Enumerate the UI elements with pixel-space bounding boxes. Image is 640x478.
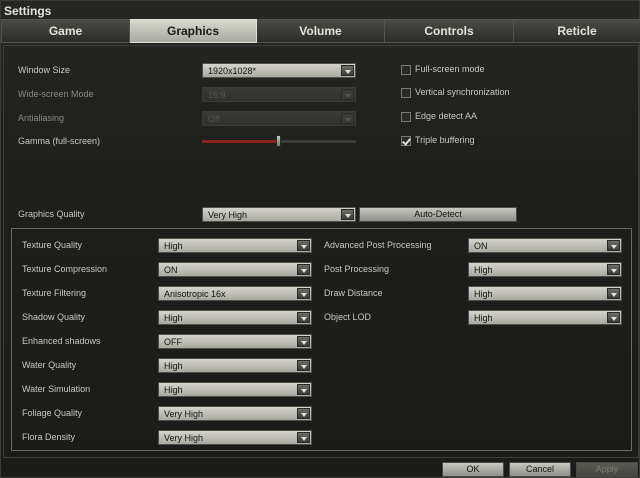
setting-label: Object LOD bbox=[324, 312, 372, 322]
graphics-quality-dropdown[interactable]: Very High bbox=[202, 207, 356, 222]
setting-value: Very High bbox=[164, 409, 204, 419]
setting-value: High bbox=[164, 241, 183, 251]
setting-value: High bbox=[474, 289, 493, 299]
setting-label: Shadow Quality bbox=[22, 312, 86, 322]
apply-button: Apply bbox=[576, 462, 638, 477]
setting-value: ON bbox=[164, 265, 178, 275]
setting-value: High bbox=[474, 313, 493, 323]
tab-reticle[interactable]: Reticle bbox=[514, 19, 640, 43]
setting-dropdown[interactable]: Very High bbox=[158, 406, 312, 421]
chevron-down-icon bbox=[297, 408, 310, 419]
setting-label: Flora Density bbox=[22, 432, 76, 442]
chevron-down-icon bbox=[341, 209, 354, 220]
vsync-label: Vertical synchronization bbox=[415, 87, 510, 97]
setting-dropdown[interactable]: High bbox=[468, 286, 622, 301]
setting-dropdown[interactable]: High bbox=[158, 238, 312, 253]
antialiasing-dropdown: Off bbox=[202, 111, 356, 126]
setting-label: Water Simulation bbox=[22, 384, 91, 394]
chevron-down-icon bbox=[297, 336, 310, 347]
chevron-down-icon bbox=[341, 89, 354, 100]
chevron-down-icon bbox=[297, 288, 310, 299]
antialiasing-label: Antialiasing bbox=[18, 113, 65, 123]
window-size-dropdown[interactable]: 1920x1028* bbox=[202, 63, 356, 78]
wide-screen-dropdown: 16:9 bbox=[202, 87, 356, 102]
setting-label: Texture Quality bbox=[22, 240, 83, 250]
chevron-down-icon bbox=[607, 264, 620, 275]
gamma-slider-fill bbox=[202, 140, 279, 143]
edge-aa-label: Edge detect AA bbox=[415, 111, 478, 121]
setting-dropdown[interactable]: ON bbox=[468, 238, 622, 253]
setting-dropdown[interactable]: High bbox=[158, 358, 312, 373]
setting-label: Advanced Post Processing bbox=[324, 240, 432, 250]
setting-value: High bbox=[474, 265, 493, 275]
setting-value: High bbox=[164, 385, 183, 395]
setting-label: Enhanced shadows bbox=[22, 336, 101, 346]
setting-dropdown[interactable]: High bbox=[468, 310, 622, 325]
setting-label: Post Processing bbox=[324, 264, 390, 274]
triple-buffering-label: Triple buffering bbox=[415, 135, 475, 145]
tab-graphics[interactable]: Graphics bbox=[130, 19, 257, 43]
setting-label: Water Quality bbox=[22, 360, 77, 370]
antialiasing-value: Off bbox=[208, 114, 220, 124]
vsync-checkbox[interactable] bbox=[401, 88, 411, 98]
chevron-down-icon bbox=[297, 240, 310, 251]
setting-value: OFF bbox=[164, 337, 182, 347]
setting-value: Anisotropic 16x bbox=[164, 289, 226, 299]
graphics-quality-value: Very High bbox=[208, 210, 248, 220]
chevron-down-icon bbox=[297, 384, 310, 395]
wide-screen-label: Wide-screen Mode bbox=[18, 89, 94, 99]
window-title: Settings bbox=[4, 4, 52, 18]
chevron-down-icon bbox=[297, 360, 310, 371]
setting-dropdown[interactable]: High bbox=[158, 310, 312, 325]
setting-label: Texture Filtering bbox=[22, 288, 87, 298]
wide-screen-value: 16:9 bbox=[208, 90, 226, 100]
chevron-down-icon bbox=[607, 288, 620, 299]
chevron-down-icon bbox=[607, 312, 620, 323]
gamma-label: Gamma (full-screen) bbox=[18, 136, 101, 146]
setting-label: Foliage Quality bbox=[22, 408, 83, 418]
fullscreen-checkbox[interactable] bbox=[401, 65, 411, 75]
setting-dropdown[interactable]: Very High bbox=[158, 430, 312, 445]
window-size-value: 1920x1028* bbox=[208, 66, 257, 76]
fullscreen-label: Full-screen mode bbox=[415, 64, 485, 74]
chevron-down-icon bbox=[297, 432, 310, 443]
chevron-down-icon bbox=[297, 264, 310, 275]
cancel-button[interactable]: Cancel bbox=[509, 462, 571, 477]
ok-button[interactable]: OK bbox=[442, 462, 504, 477]
tab-volume[interactable]: Volume bbox=[257, 19, 385, 43]
tab-game[interactable]: Game bbox=[1, 19, 130, 43]
setting-value: Very High bbox=[164, 433, 204, 443]
setting-dropdown[interactable]: ON bbox=[158, 262, 312, 277]
setting-value: ON bbox=[474, 241, 488, 251]
setting-value: High bbox=[164, 361, 183, 371]
setting-value: High bbox=[164, 313, 183, 323]
auto-detect-button[interactable]: Auto-Detect bbox=[359, 207, 517, 222]
gamma-slider-thumb[interactable] bbox=[276, 135, 281, 147]
setting-label: Draw Distance bbox=[324, 288, 383, 298]
triple-buffering-checkbox[interactable] bbox=[401, 136, 411, 146]
window-size-label: Window Size bbox=[18, 65, 71, 75]
chevron-down-icon bbox=[341, 113, 354, 124]
setting-dropdown[interactable]: Anisotropic 16x bbox=[158, 286, 312, 301]
chevron-down-icon bbox=[607, 240, 620, 251]
setting-dropdown[interactable]: High bbox=[468, 262, 622, 277]
setting-dropdown[interactable]: OFF bbox=[158, 334, 312, 349]
tab-bar: Game Graphics Volume Controls Reticle bbox=[1, 19, 640, 43]
tab-controls[interactable]: Controls bbox=[385, 19, 514, 43]
settings-window: Settings Game Graphics Volume Controls R… bbox=[0, 0, 640, 478]
setting-dropdown[interactable]: High bbox=[158, 382, 312, 397]
edge-aa-checkbox[interactable] bbox=[401, 112, 411, 122]
chevron-down-icon bbox=[341, 65, 354, 76]
setting-label: Texture Compression bbox=[22, 264, 108, 274]
graphics-quality-label: Graphics Quality bbox=[18, 209, 85, 219]
chevron-down-icon bbox=[297, 312, 310, 323]
gamma-slider[interactable] bbox=[202, 135, 356, 147]
